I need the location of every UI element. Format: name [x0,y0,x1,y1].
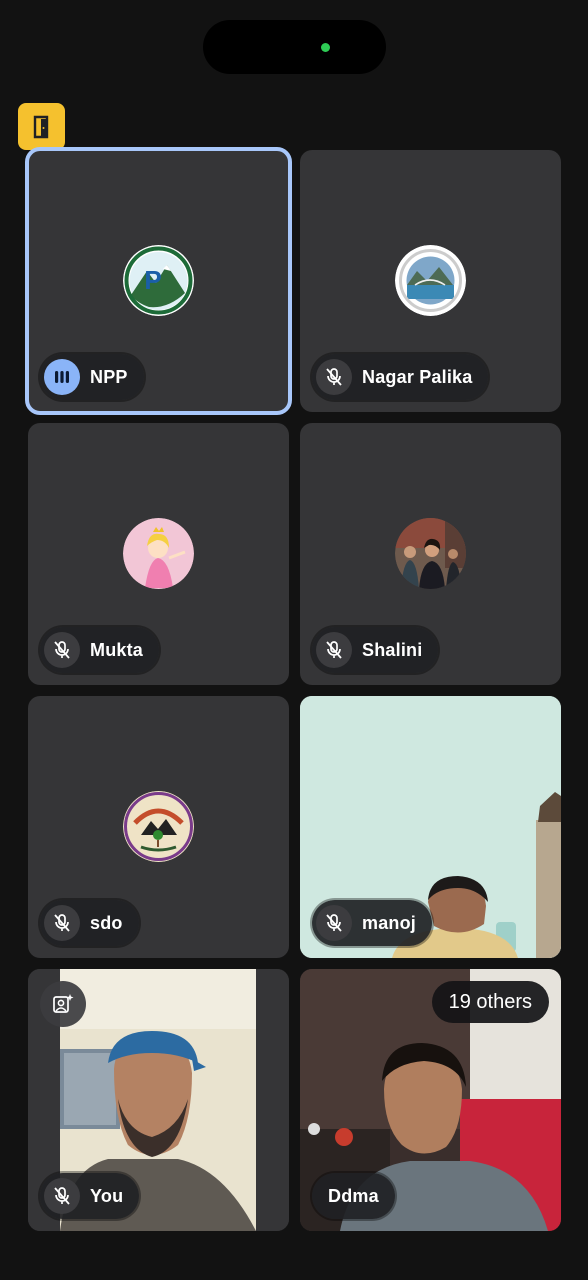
mic-off-icon [316,905,352,941]
participant-name: Nagar Palika [362,366,473,387]
participant-tile-npp[interactable]: P NPP [25,147,292,415]
speaking-indicator-icon [44,359,80,395]
participant-tile-ddma[interactable]: 19 others Ddma [300,969,561,1231]
participant-name-badge: sdo [40,900,139,946]
avatar [395,245,466,316]
visual-effects-button[interactable] [40,981,86,1027]
participant-tile-sdo[interactable]: sdo [28,696,289,958]
participant-tile-self[interactable]: You [28,969,289,1231]
mic-off-icon [44,905,80,941]
svg-text:P: P [144,265,161,295]
avatar [123,791,194,862]
participant-tile-nagar-palika[interactable]: Nagar Palika [300,150,561,412]
participant-name: Mukta [90,639,144,660]
participant-name: Ddma [328,1185,379,1206]
mic-off-icon [44,1178,80,1214]
mic-off-icon [316,359,352,395]
exit-call-button[interactable] [18,103,65,150]
participant-name-badge: Nagar Palika [312,354,489,400]
participant-name-badge: manoj [312,900,433,946]
participant-tile-mukta[interactable]: Mukta [28,423,289,685]
participant-tile-shalini[interactable]: Shalini [300,423,561,685]
mic-off-icon [44,632,80,668]
dynamic-island [203,20,386,74]
participant-name: manoj [362,912,417,933]
others-count-badge[interactable]: 19 others [431,981,549,1023]
participant-name: Shalini [362,639,423,660]
participant-name: NPP [90,366,128,387]
participant-name: You [90,1185,124,1206]
participant-name-badge: NPP [40,354,144,400]
participant-tile-manoj[interactable]: manoj [300,696,561,958]
participant-name: sdo [90,912,123,933]
avatar [395,518,466,589]
mic-off-icon [316,632,352,668]
camera-active-indicator [321,43,330,52]
door-exit-icon [33,115,48,138]
avatar: P [123,245,194,316]
participant-name-badge: Ddma [312,1173,395,1219]
participant-name-badge: You [40,1173,140,1219]
add-image-effects-icon [53,994,74,1013]
avatar [123,518,194,589]
participant-name-badge: Shalini [312,627,439,673]
participant-name-badge: Mukta [40,627,160,673]
